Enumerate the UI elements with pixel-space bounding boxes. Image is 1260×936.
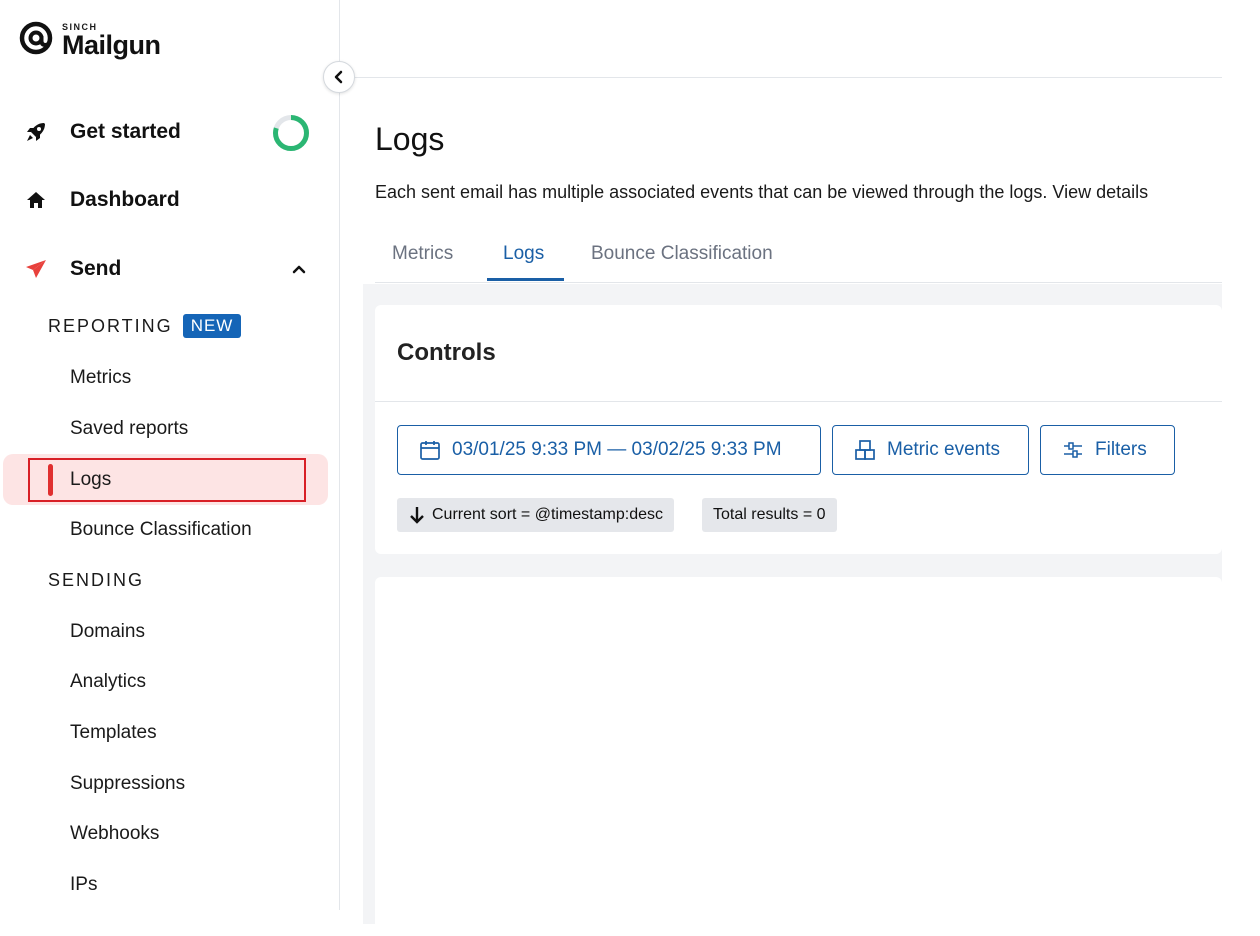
- calendar-icon: [418, 438, 442, 462]
- controls-title: Controls: [397, 339, 496, 366]
- page-title: Logs: [375, 121, 445, 157]
- nav-get-started[interactable]: Get started: [0, 110, 340, 154]
- tab-metrics[interactable]: Metrics: [392, 243, 453, 265]
- section-sending: SENDING: [48, 570, 144, 591]
- sidebar-item-bounce-classification[interactable]: Bounce Classification: [0, 508, 340, 552]
- metric-events-button[interactable]: Metric events: [832, 425, 1029, 475]
- header-divider: [341, 77, 1222, 78]
- sidebar-item-saved-reports[interactable]: Saved reports: [0, 407, 340, 451]
- sidebar-item-label: Bounce Classification: [70, 519, 252, 540]
- active-tab-underline: [487, 278, 564, 281]
- controls-card: Controls 03/01/25 9:33 PM — 03/02/25 9:3…: [375, 305, 1222, 554]
- sliders-icon: [1061, 438, 1085, 462]
- metric-events-label: Metric events: [887, 439, 1000, 460]
- home-icon: [24, 188, 48, 212]
- logo-sinch-label: SINCH: [62, 22, 98, 32]
- collapse-sidebar-button[interactable]: [323, 61, 355, 93]
- sidebar-item-webhooks[interactable]: Webhooks: [0, 812, 340, 856]
- sidebar-item-metrics[interactable]: Metrics: [0, 356, 340, 400]
- sidebar-item-label: Logs: [70, 469, 112, 490]
- sidebar-item-label: Domains: [70, 621, 145, 642]
- section-reporting: REPORTING NEW: [48, 314, 242, 338]
- mailgun-logo[interactable]: SINCH Mailgun: [18, 20, 161, 61]
- nav-get-started-label: Get started: [70, 120, 181, 143]
- total-results-chip: Total results = 0: [702, 498, 837, 532]
- chevron-up-icon[interactable]: [289, 259, 309, 279]
- sidebar: SINCH Mailgun Get started Dashboard Send…: [0, 0, 340, 910]
- sidebar-item-label: Templates: [70, 722, 157, 743]
- sort-chip[interactable]: Current sort = @timestamp:desc: [397, 498, 674, 532]
- tab-bounce-classification[interactable]: Bounce Classification: [591, 243, 773, 265]
- nav-send-label: Send: [70, 257, 122, 280]
- new-badge: NEW: [182, 314, 242, 338]
- tab-bar: Metrics Logs Bounce Classification: [375, 231, 1222, 283]
- paper-plane-icon: [24, 257, 48, 281]
- sidebar-item-label: Saved reports: [70, 418, 189, 439]
- tab-logs[interactable]: Logs: [503, 243, 544, 265]
- filters-label: Filters: [1095, 439, 1147, 460]
- sidebar-item-label: Suppressions: [70, 773, 186, 794]
- controls-divider: [375, 401, 1222, 402]
- sidebar-item-logs[interactable]: Logs: [0, 458, 340, 502]
- arrow-down-icon: [408, 505, 428, 525]
- page-description: Each sent email has multiple associated …: [375, 182, 1149, 202]
- nav-dashboard-label: Dashboard: [70, 188, 180, 211]
- logo-text: SINCH Mailgun: [62, 20, 161, 61]
- nav-dashboard[interactable]: Dashboard: [0, 178, 340, 222]
- sidebar-item-domains[interactable]: Domains: [0, 610, 340, 654]
- sidebar-item-label: Webhooks: [70, 823, 160, 844]
- sidebar-item-analytics[interactable]: Analytics: [0, 660, 340, 704]
- total-results-label: Total results = 0: [713, 506, 826, 523]
- blocks-icon: [853, 438, 877, 462]
- sidebar-item-label: IPs: [70, 874, 98, 895]
- sidebar-item-label: Metrics: [70, 367, 132, 388]
- sort-chip-label: Current sort = @timestamp:desc: [432, 506, 663, 523]
- results-card: [375, 577, 1222, 936]
- section-reporting-label: REPORTING: [48, 315, 173, 336]
- at-sign-logo-icon: [19, 21, 53, 55]
- sidebar-item-ips[interactable]: IPs: [0, 863, 340, 907]
- date-range-button[interactable]: 03/01/25 9:33 PM — 03/02/25 9:33 PM: [397, 425, 821, 475]
- nav-send[interactable]: Send: [0, 247, 340, 291]
- main-content: Logs Each sent email has multiple associ…: [341, 0, 1260, 936]
- sidebar-item-templates[interactable]: Templates: [0, 711, 340, 755]
- get-started-progress-ring: [273, 115, 309, 151]
- chevron-left-icon: [334, 70, 343, 84]
- rocket-icon: [24, 120, 48, 144]
- sidebar-item-suppressions[interactable]: Suppressions: [0, 762, 340, 806]
- section-sending-label: SENDING: [48, 570, 145, 590]
- filters-button[interactable]: Filters: [1040, 425, 1175, 475]
- date-range-label: 03/01/25 9:33 PM — 03/02/25 9:33 PM: [452, 439, 782, 460]
- sidebar-item-label: Analytics: [70, 671, 147, 692]
